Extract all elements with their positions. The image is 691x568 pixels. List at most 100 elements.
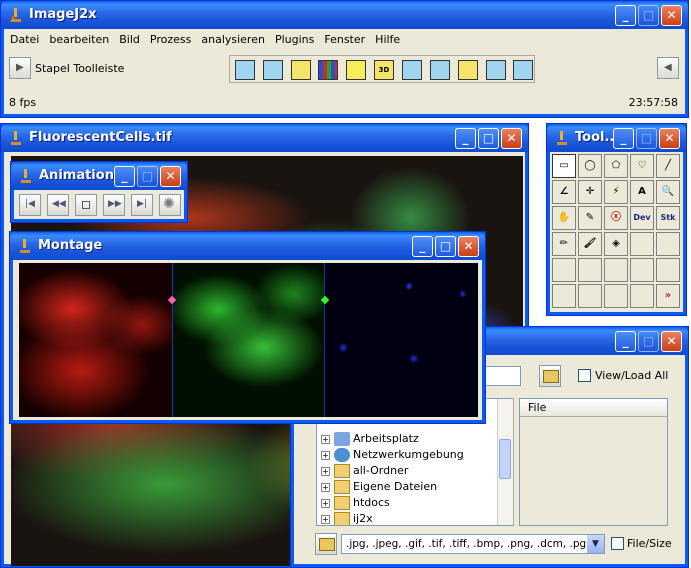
tool-brush-icon[interactable]: 🖌 bbox=[578, 232, 602, 256]
expand-icon[interactable]: + bbox=[321, 482, 330, 492]
file-size-checkbox[interactable] bbox=[611, 537, 624, 550]
tree-scrollbar[interactable] bbox=[497, 399, 513, 525]
tree-item-netzwerkumgebung[interactable]: + Netzwerkumgebung bbox=[321, 447, 464, 463]
3d-icon[interactable]: 3D bbox=[374, 60, 394, 80]
montage-image[interactable] bbox=[19, 263, 478, 417]
animation-titlebar[interactable]: Animation... _ □ ✕ bbox=[11, 162, 187, 190]
close-button[interactable]: ✕ bbox=[661, 5, 682, 26]
tools-titlebar[interactable]: Tool... _ □ ✕ bbox=[547, 124, 686, 152]
tool-empty-slot bbox=[604, 284, 628, 308]
stack-tool-icon-r[interactable] bbox=[513, 60, 533, 80]
tool-poly-icon[interactable]: ⬠ bbox=[604, 154, 628, 178]
file-column-header[interactable]: File bbox=[520, 399, 667, 417]
minimize-button[interactable]: _ bbox=[412, 236, 433, 257]
forward-button[interactable]: ▶▶ bbox=[103, 194, 125, 216]
first-frame-button[interactable]: |◀ bbox=[19, 194, 41, 216]
tool-stk-icon[interactable]: Stk bbox=[656, 206, 680, 230]
stack-tool-icon-s[interactable] bbox=[402, 60, 422, 80]
tool-a-icon[interactable]: A bbox=[630, 180, 654, 204]
tool-oval-icon[interactable]: ◯ bbox=[578, 154, 602, 178]
montage-green-panel bbox=[172, 263, 325, 417]
path-input[interactable] bbox=[481, 366, 521, 386]
stack-tool-icon-t[interactable] bbox=[486, 60, 506, 80]
expand-icon[interactable]: + bbox=[321, 450, 330, 460]
expand-icon[interactable]: + bbox=[321, 434, 330, 444]
close-button[interactable]: ✕ bbox=[501, 128, 522, 149]
up-folder-button[interactable] bbox=[539, 365, 561, 387]
note-icon[interactable] bbox=[346, 60, 366, 80]
tool-x-icon[interactable]: ⓧ bbox=[604, 206, 628, 230]
last-frame-button[interactable]: ▶| bbox=[131, 194, 153, 216]
tool-dropper-icon[interactable]: ✎ bbox=[578, 206, 602, 230]
stack-tool-icon-c[interactable] bbox=[430, 60, 450, 80]
menu-analysieren[interactable]: analysieren bbox=[196, 31, 270, 48]
tree-item-htdocs[interactable]: + htdocs bbox=[321, 495, 390, 511]
settings-button[interactable]: ✺ bbox=[159, 194, 181, 216]
imagej-titlebar[interactable]: ImageJ2x _ □ ✕ bbox=[1, 1, 688, 29]
tree-item-arbeitsplatz[interactable]: + Arbeitsplatz bbox=[321, 431, 419, 447]
toolbar-right-arrow-button[interactable]: ◀ bbox=[657, 57, 679, 79]
expand-icon[interactable]: + bbox=[321, 466, 330, 476]
folder-icon bbox=[334, 496, 350, 510]
tree-item-all-ordner[interactable]: + all-Ordner bbox=[321, 463, 408, 479]
menu-bearbeiten[interactable]: bearbeiten bbox=[44, 31, 114, 48]
rewind-icon: ◀◀ bbox=[52, 199, 66, 209]
minimize-button[interactable]: _ bbox=[114, 166, 135, 187]
stop-button[interactable] bbox=[75, 194, 97, 216]
maximize-button[interactable]: □ bbox=[137, 166, 158, 187]
tree-item-ij2x[interactable]: + ij2x bbox=[321, 511, 373, 525]
tool-line-icon[interactable]: ╱ bbox=[656, 154, 680, 178]
tool-angle-icon[interactable]: ∠ bbox=[552, 180, 576, 204]
rewind-button[interactable]: ◀◀ bbox=[47, 194, 69, 216]
tool-hand-icon[interactable]: ✋ bbox=[552, 206, 576, 230]
stack-tool-icon-3[interactable] bbox=[291, 60, 311, 80]
fluorescent-titlebar[interactable]: FluorescentCells.tif _ □ ✕ bbox=[1, 124, 528, 152]
tool--icon[interactable]: » bbox=[656, 284, 680, 308]
maximize-button[interactable]: □ bbox=[638, 5, 659, 26]
close-button[interactable]: ✕ bbox=[458, 236, 479, 257]
close-button[interactable]: ✕ bbox=[160, 166, 181, 187]
expand-icon[interactable]: + bbox=[321, 514, 330, 524]
arrow-right-icon: ▶ bbox=[16, 62, 24, 73]
minimize-button[interactable]: _ bbox=[615, 5, 636, 26]
open-folder-button[interactable] bbox=[315, 533, 337, 555]
filter-select[interactable]: .jpg, .jpeg, .gif, .tif, .tiff, .bmp, .p… bbox=[341, 534, 605, 554]
tool-zoom-icon[interactable]: 🔍 bbox=[656, 180, 680, 204]
expand-icon[interactable]: + bbox=[321, 498, 330, 508]
tool-bucket-icon[interactable]: ◈ bbox=[604, 232, 628, 256]
toolbar-left-arrow-button[interactable]: ▶ bbox=[9, 57, 31, 79]
maximize-button[interactable]: □ bbox=[638, 331, 659, 352]
montage-titlebar[interactable]: Montage _ □ ✕ bbox=[10, 232, 485, 260]
tool-pencil-icon[interactable]: ✏ bbox=[552, 232, 576, 256]
tool-rect-icon[interactable]: ▭ bbox=[552, 154, 576, 178]
minimize-button[interactable]: _ bbox=[615, 331, 636, 352]
maximize-button[interactable]: □ bbox=[435, 236, 456, 257]
skip-forward-icon: ▶| bbox=[137, 199, 147, 209]
tree-item-eigene-dateien[interactable]: + Eigene Dateien bbox=[321, 479, 437, 495]
maximize-button[interactable]: □ bbox=[636, 128, 657, 149]
dropdown-arrow-icon[interactable]: ▼ bbox=[587, 535, 604, 553]
tool-dev-icon[interactable]: Dev bbox=[630, 206, 654, 230]
tool-wand-icon[interactable]: ⚡ bbox=[604, 180, 628, 204]
close-button[interactable]: ✕ bbox=[661, 331, 682, 352]
stack-tool-icon-1[interactable] bbox=[235, 60, 255, 80]
menu-hilfe[interactable]: Hilfe bbox=[370, 31, 405, 48]
menu-fenster[interactable]: Fenster bbox=[319, 31, 370, 48]
scroll-thumb[interactable] bbox=[499, 439, 511, 479]
menu-prozess[interactable]: Prozess bbox=[145, 31, 196, 48]
minimize-button[interactable]: _ bbox=[613, 128, 634, 149]
stack-tool-icon-m[interactable] bbox=[458, 60, 478, 80]
microscope-icon bbox=[20, 239, 30, 253]
maximize-button[interactable]: □ bbox=[478, 128, 499, 149]
tool-heart-icon[interactable]: ♡ bbox=[630, 154, 654, 178]
file-list[interactable]: File bbox=[519, 398, 668, 526]
tool-crosshair-icon[interactable]: ✛ bbox=[578, 180, 602, 204]
menu-bild[interactable]: Bild bbox=[114, 31, 145, 48]
view-load-all-checkbox[interactable] bbox=[578, 369, 591, 382]
close-button[interactable]: ✕ bbox=[659, 128, 680, 149]
minimize-button[interactable]: _ bbox=[455, 128, 476, 149]
menu-plugins[interactable]: Plugins bbox=[270, 31, 319, 48]
grid-icon[interactable] bbox=[318, 60, 338, 80]
stack-tool-icon-2[interactable] bbox=[263, 60, 283, 80]
menu-datei[interactable]: Datei bbox=[5, 31, 44, 48]
